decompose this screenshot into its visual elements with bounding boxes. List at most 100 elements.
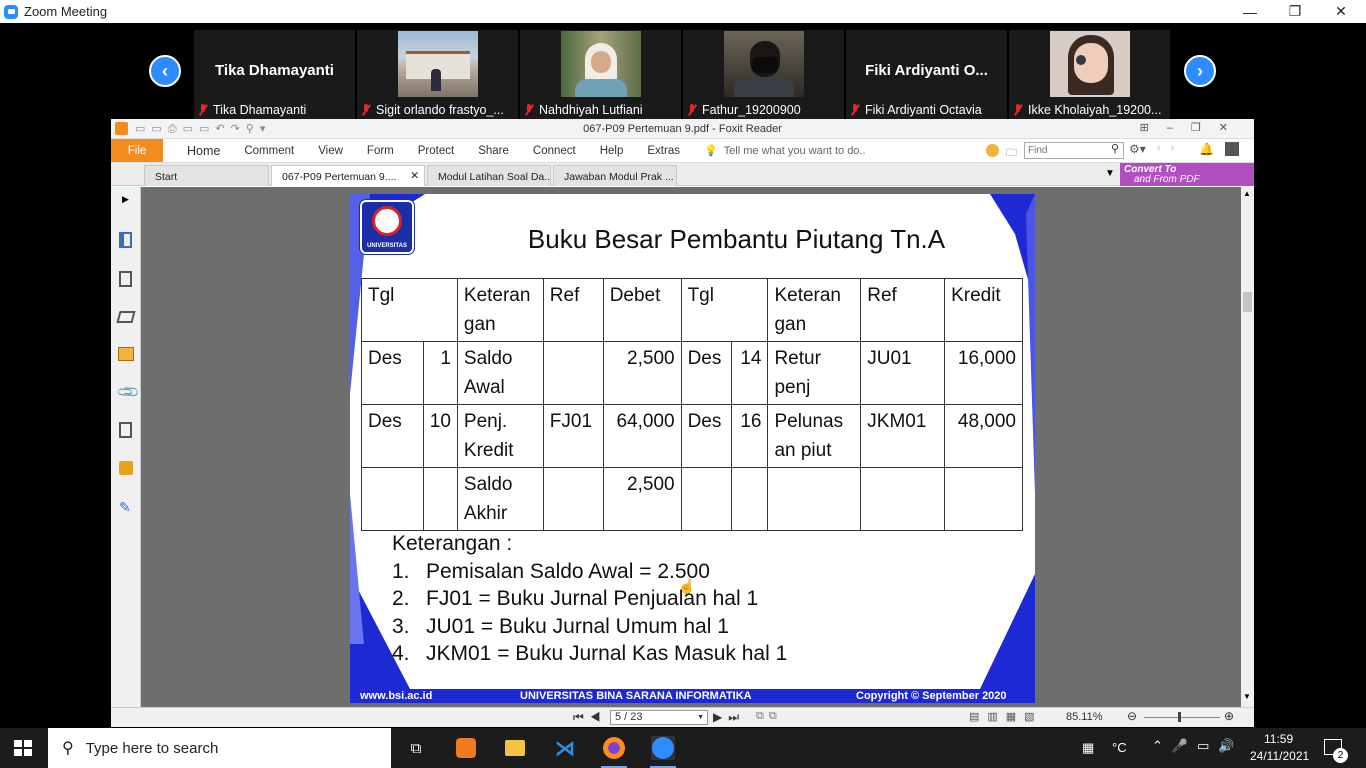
nav-arrows-icon[interactable]: ‹› xyxy=(1157,142,1184,154)
vscode-icon[interactable]: ⋊ xyxy=(553,736,577,760)
tab-modul-latihan[interactable]: Modul Latihan Soal Da... xyxy=(427,165,551,186)
menu-view[interactable]: View xyxy=(318,145,343,157)
search-icon[interactable]: ⚲ xyxy=(1111,142,1119,155)
left-panel: ▶ 📎 ✎ xyxy=(111,187,141,707)
header-cell: Tgl xyxy=(361,278,458,342)
table-cell: Saldo Awal xyxy=(456,341,544,405)
participant-display-name: Fiki Ardiyanti O... xyxy=(865,62,988,79)
app-icon-orange[interactable] xyxy=(454,736,478,760)
foxit-title-bar: ▭▭⎙▭▭↶↷⚲▾ 067-P09 Pertemuan 9.pdf - Foxi… xyxy=(111,119,1254,139)
participant-tile[interactable]: Sigit orlando frastyo_... xyxy=(357,30,518,120)
participant-name: Nahdhiyah Lutfiani xyxy=(539,103,643,117)
task-view-icon[interactable]: ⧉ xyxy=(404,736,428,760)
minimize-button[interactable]: — xyxy=(1227,0,1273,23)
file-explorer-icon[interactable] xyxy=(503,736,527,760)
vertical-scrollbar[interactable]: ▲ ▼ xyxy=(1241,187,1254,707)
tabs-dropdown-icon[interactable]: ▼ xyxy=(1105,168,1115,179)
participant-name: Fathur_19200900 xyxy=(702,103,801,117)
table-row: Des 1 Saldo Awal 2,500 Des 14 Retur penj… xyxy=(361,341,1023,405)
clock-date[interactable]: 24/11/2021 xyxy=(1250,749,1309,763)
user-icon[interactable] xyxy=(1225,142,1239,156)
document-tabs: Start 067-P09 Pertemuan 9.... ✕ Modul Lat… xyxy=(111,162,1254,186)
close-tab-icon[interactable]: ✕ xyxy=(410,170,419,182)
scroll-up-icon[interactable]: ▲ xyxy=(1243,189,1251,198)
list-text: JU01 = Buku Jurnal Umum hal 1 xyxy=(426,614,729,638)
zoom-out-icon[interactable]: ⊖ xyxy=(1127,709,1137,723)
menu-protect[interactable]: Protect xyxy=(418,145,454,157)
menu-extras[interactable]: Extras xyxy=(647,145,680,157)
system-tray-icons[interactable]: ⌃🎤▭🔊 xyxy=(1152,738,1244,754)
table-cell: Saldo Akhir xyxy=(456,467,544,531)
foxit-window-controls[interactable]: ⊞–❐✕ xyxy=(1140,121,1246,134)
previous-page-button[interactable]: ‹ xyxy=(149,55,181,87)
folder-search-icon[interactable]: 🗀 xyxy=(1006,144,1017,163)
restore-button[interactable]: ❐ xyxy=(1272,0,1318,23)
lock-icon[interactable] xyxy=(119,461,133,475)
scroll-thumb[interactable] xyxy=(1243,292,1252,312)
tab-pertemuan-9[interactable]: 067-P09 Pertemuan 9.... ✕ xyxy=(271,165,425,186)
table-cell: JKM01 xyxy=(860,404,946,468)
tab-jawaban-modul[interactable]: Jawaban Modul Prak ... xyxy=(553,165,677,186)
weather-icon[interactable]: ▦ xyxy=(1082,740,1094,756)
menu-home[interactable]: Home xyxy=(187,144,220,158)
first-prev-page-buttons[interactable]: ⏮◀ xyxy=(573,710,607,725)
bookmark-icon[interactable] xyxy=(119,232,132,248)
windows-start-icon[interactable] xyxy=(14,740,32,756)
gear-icon[interactable]: ⚙▾ xyxy=(1129,142,1146,156)
list-item: 2. FJ01 = Buku Jurnal Penjualan hal 1 xyxy=(392,585,787,613)
table-cell xyxy=(767,467,862,531)
bell-icon[interactable]: 🔔 xyxy=(1199,142,1214,156)
participant-tile[interactable]: Fathur_19200900 xyxy=(683,30,844,120)
convert-pdf-banner[interactable]: Convert To and From PDF xyxy=(1120,163,1254,186)
expand-panel-icon[interactable]: ▶ xyxy=(122,194,129,205)
shared-screen-foxit-reader: ▭▭⎙▭▭↶↷⚲▾ 067-P09 Pertemuan 9.pdf - Foxi… xyxy=(111,119,1254,727)
menu-share[interactable]: Share xyxy=(478,145,509,157)
participant-tile[interactable]: Fiki Ardiyanti O... Fiki Ardiyanti Octav… xyxy=(846,30,1007,120)
pen-icon[interactable]: ✎ xyxy=(119,499,131,516)
table-cell: 10 xyxy=(422,404,458,468)
view-mode-icons[interactable]: ⧉⧉ xyxy=(756,710,782,723)
clock-time[interactable]: 11:59 xyxy=(1264,732,1293,746)
participant-tile[interactable]: Nahdhiyah Lutfiani xyxy=(520,30,681,120)
attachment-icon[interactable]: 📎 xyxy=(115,379,141,405)
page-layout-icons[interactable]: ▤▥▦▧ xyxy=(969,710,1043,723)
table-cell: Des xyxy=(680,341,732,405)
page-number-field[interactable]: 5 / 23 ▼ xyxy=(610,710,708,725)
slide-title: Buku Besar Pembantu Piutang Tn.A xyxy=(527,224,946,254)
header-cell: Kredit xyxy=(944,278,1023,342)
zoom-logo-icon xyxy=(4,4,18,19)
table-cell xyxy=(542,341,604,405)
tab-start[interactable]: Start xyxy=(144,165,269,186)
menu-comment[interactable]: Comment xyxy=(244,145,294,157)
comments-icon[interactable] xyxy=(118,347,134,361)
firefox-icon[interactable] xyxy=(602,736,626,760)
menu-form[interactable]: Form xyxy=(367,145,394,157)
layers-icon[interactable] xyxy=(116,311,136,323)
close-button[interactable]: ✕ xyxy=(1318,0,1364,23)
scroll-down-icon[interactable]: ▼ xyxy=(1243,692,1251,701)
tell-me-search[interactable]: Tell me what you want to do.. xyxy=(724,145,866,157)
table-cell: Pelunas an piut xyxy=(767,404,862,468)
menu-help[interactable]: Help xyxy=(600,145,624,157)
participant-tile[interactable]: Ikke Kholaiyah_19200... xyxy=(1009,30,1170,120)
zoom-app-icon[interactable] xyxy=(651,736,675,760)
chevron-left-icon: ‹ xyxy=(162,60,168,81)
table-cell xyxy=(422,467,458,531)
file-menu[interactable]: File xyxy=(111,139,163,162)
next-last-page-buttons[interactable]: ▶⏭ xyxy=(713,710,745,725)
zoom-slider-thumb[interactable] xyxy=(1178,712,1181,722)
zoom-in-icon[interactable]: ⊕ xyxy=(1224,709,1234,723)
notes-list: Keterangan : 1. Pemisalan Saldo Awal = 2.… xyxy=(392,530,787,668)
participant-tile[interactable]: Tika Dhamayanti Tika Dhamayanti xyxy=(194,30,355,120)
menu-connect[interactable]: Connect xyxy=(533,145,576,157)
list-number: 2. xyxy=(392,587,410,610)
taskbar-search[interactable]: ⚲ Type here to search xyxy=(48,728,391,768)
signature-icon[interactable] xyxy=(119,422,132,438)
smiley-icon[interactable] xyxy=(986,144,999,157)
table-cell: FJ01 xyxy=(542,404,604,468)
status-bar: ⏮◀ 5 / 23 ▼ ▶⏭ ⧉⧉ ▤▥▦▧ 85.11% ⊖ ⊕ xyxy=(111,707,1254,727)
find-input[interactable] xyxy=(1024,142,1124,159)
zoom-slider[interactable] xyxy=(1144,717,1220,718)
pages-icon[interactable] xyxy=(119,271,132,287)
next-page-button[interactable]: › xyxy=(1184,55,1216,87)
